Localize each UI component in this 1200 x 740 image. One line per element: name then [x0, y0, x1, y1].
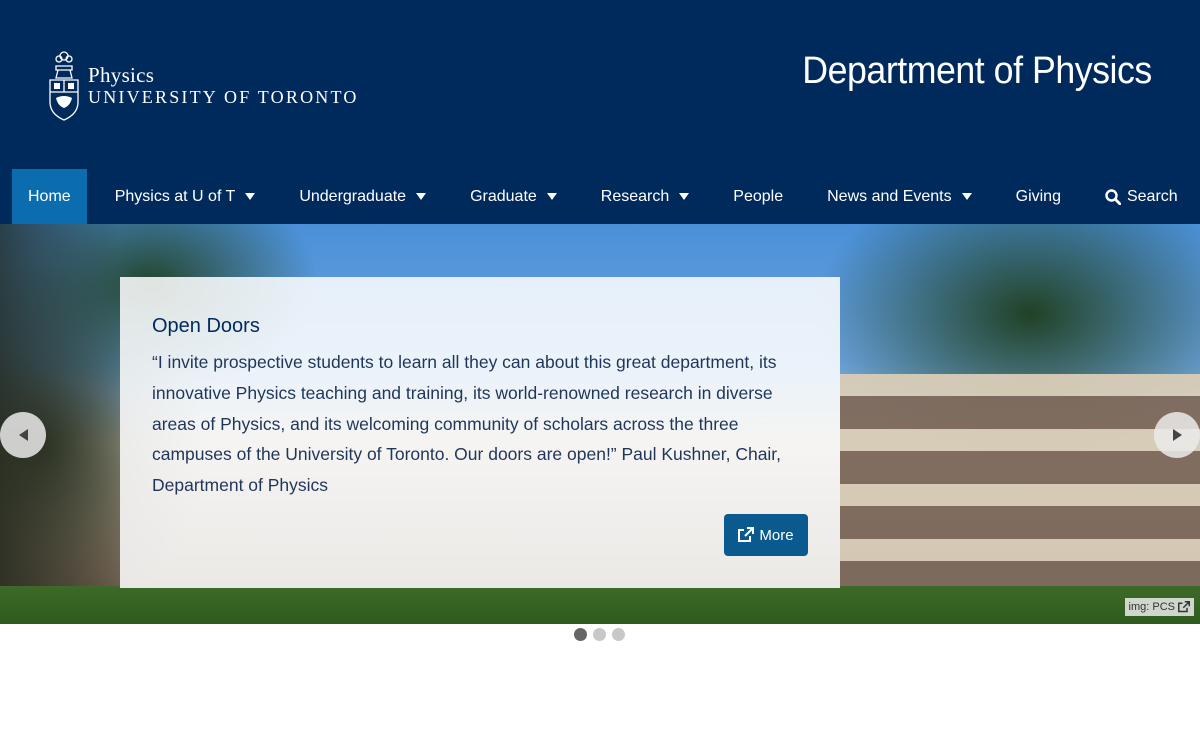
arrow-left-icon: [18, 429, 28, 441]
nav-graduate[interactable]: Graduate: [454, 169, 573, 224]
nav-physics-at-uoft[interactable]: Physics at U of T: [99, 169, 272, 224]
logo-physics: Physics: [88, 63, 155, 87]
image-credit-link[interactable]: img: PCS: [1124, 598, 1194, 616]
nav-people[interactable]: People: [717, 169, 799, 224]
page-title: Department of Physics: [802, 50, 1153, 92]
external-link-icon: [738, 527, 755, 542]
caret-down-icon: [245, 193, 256, 200]
carousel-dot-1[interactable]: [574, 628, 587, 641]
slide-caption: Open Doors “I invite prospective student…: [120, 277, 840, 588]
carousel-next-button[interactable]: [1154, 412, 1200, 458]
nav-research-label: Research: [600, 187, 670, 205]
caret-down-icon: [679, 193, 690, 200]
external-link-icon: [1178, 601, 1190, 613]
caret-down-icon: [961, 193, 972, 200]
arrow-right-icon: [1172, 429, 1182, 441]
caret-down-icon: [546, 193, 557, 200]
more-button[interactable]: More: [724, 514, 808, 556]
university-logo[interactable]: Physics UNIVERSITY OF TORONTO: [46, 46, 386, 126]
nav-giving-label: Giving: [1015, 187, 1061, 205]
hero-background-building: [840, 374, 1200, 604]
logo-wordmark: Physics UNIVERSITY OF TORONTO: [88, 64, 359, 108]
nav-physics-at-uoft-label: Physics at U of T: [114, 187, 236, 205]
image-credit-label: img: PCS: [1128, 601, 1175, 613]
search-icon: [1105, 188, 1121, 205]
crest-icon: [49, 51, 79, 121]
nav-search[interactable]: Search: [1089, 169, 1194, 224]
nav-home-label: Home: [28, 187, 71, 205]
hero-background-hedge: [0, 586, 1200, 624]
carousel-indicators: [574, 628, 631, 641]
nav-news-and-events-label: News and Events: [827, 187, 952, 205]
carousel-prev-button[interactable]: [0, 412, 46, 458]
nav-research[interactable]: Research: [585, 169, 705, 224]
nav-news-and-events[interactable]: News and Events: [811, 169, 988, 224]
hero-carousel: Open Doors “I invite prospective student…: [0, 224, 1200, 624]
more-button-label: More: [759, 526, 794, 544]
slide-text: “I invite prospective students to learn …: [152, 352, 782, 496]
carousel-dot-2[interactable]: [593, 628, 606, 641]
logo-university: UNIVERSITY OF TORONTO: [88, 87, 359, 107]
caret-down-icon: [416, 193, 427, 200]
nav-home[interactable]: Home: [12, 169, 87, 224]
nav-graduate-label: Graduate: [470, 187, 537, 205]
nav-giving[interactable]: Giving: [1000, 169, 1077, 224]
site-header: Physics UNIVERSITY OF TORONTO Department…: [0, 0, 1200, 224]
slide-title: Open Doors: [152, 315, 260, 337]
nav-search-label: Search: [1126, 187, 1178, 205]
nav-people-label: People: [733, 187, 784, 205]
nav-undergraduate[interactable]: Undergraduate: [283, 169, 442, 224]
main-nav: Home Physics at U of T Undergraduate Gra…: [12, 169, 1200, 224]
nav-undergraduate-label: Undergraduate: [299, 187, 407, 205]
carousel-dot-3[interactable]: [612, 628, 625, 641]
